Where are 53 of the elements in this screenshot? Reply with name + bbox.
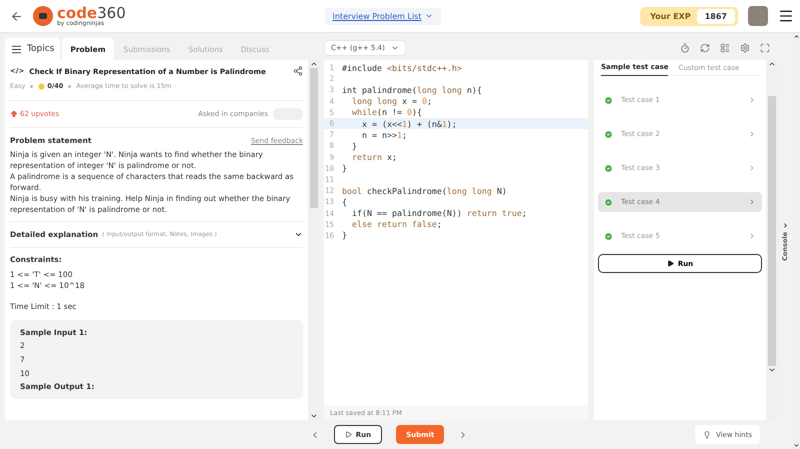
code-line: } [342,230,347,240]
chevron-up-icon [310,60,318,68]
chevron-down-icon [425,12,434,20]
play-icon [666,260,674,267]
chevron-right-icon [748,130,756,138]
lightbulb-icon [702,430,711,438]
dot-separator [68,84,72,88]
avatar[interactable] [748,6,768,26]
upvote-arrow-icon [10,110,18,118]
coin-icon [38,82,46,90]
settings-icon[interactable] [740,43,750,53]
code-line: } [342,163,347,174]
fullscreen-icon[interactable] [760,43,770,53]
chevron-down-icon [294,230,303,239]
menu-icon[interactable] [778,8,794,24]
chevron-down-icon [310,412,318,420]
chevron-right-icon [748,96,756,104]
chevron-down-icon [390,44,399,52]
exp-label: Your EXP [650,12,691,20]
dot-separator [30,84,34,88]
code-line: while(n != 0){ [350,107,422,118]
code-line: bool checkPalindrome(long long N) [342,186,507,196]
layout-icon[interactable] [720,43,730,53]
code-line: } [350,140,357,151]
logo-icon [33,6,53,26]
chevron-right-icon [748,164,756,172]
chevron-down-icon [768,366,776,374]
code-line: { [342,196,347,207]
menu-icon [11,44,22,54]
timer-icon[interactable] [680,43,690,53]
play-icon [344,431,352,438]
chevron-down-icon [792,442,800,449]
chevron-right-icon [748,198,756,206]
code-line: else return false; [350,219,442,230]
chevron-right-icon [782,222,788,229]
logo-text: code360 [57,6,126,20]
code-line: int palindrome(long long n){ [342,84,482,95]
chevron-right-icon [748,232,756,240]
problem-list-dropdown[interactable]: Interview Problem List [324,8,442,24]
code-line: #include <bits/stdc++.h> [342,62,462,73]
code-line: x = (x<<1) + (n&1); [360,118,457,129]
back-arrow-icon[interactable] [10,10,23,22]
chevron-up-icon [768,60,776,68]
refresh-icon[interactable] [700,43,710,53]
share-icon[interactable] [293,66,303,76]
scrollbar[interactable] [792,33,800,449]
code-line: return x; [350,152,397,162]
exp-value: 1867 [696,8,735,24]
code-line: n = n>>1; [360,130,407,140]
topics-button[interactable]: Topics [5,38,60,60]
code-line: if(N == palindrome(N)) return true; [350,208,527,218]
code-line: long long x = 0; [350,96,432,106]
chevron-up-icon [792,33,800,40]
